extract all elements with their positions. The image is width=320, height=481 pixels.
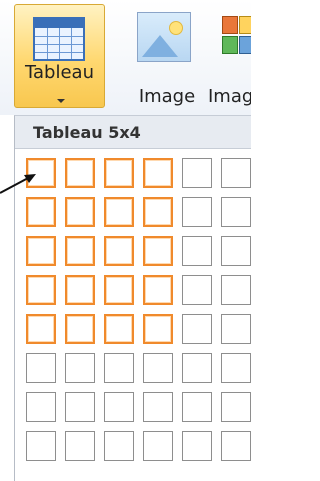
- table-grid-cell[interactable]: [26, 197, 56, 227]
- table-grid-cell[interactable]: [26, 392, 56, 422]
- table-grid-cell[interactable]: [221, 158, 251, 188]
- table-grid-cell[interactable]: [221, 353, 251, 383]
- table-grid-cell[interactable]: [221, 431, 251, 461]
- table-grid-cell[interactable]: [182, 314, 212, 344]
- table-grid-cell[interactable]: [143, 392, 173, 422]
- table-grid-cell[interactable]: [26, 314, 56, 344]
- ribbon: Tableau Image Imag clip: [0, 0, 251, 115]
- table-grid-cell[interactable]: [26, 236, 56, 266]
- pointer-arrow-icon: [0, 174, 36, 194]
- table-grid-cell[interactable]: [182, 392, 212, 422]
- table-grid-cell[interactable]: [182, 353, 212, 383]
- table-grid-cell[interactable]: [221, 236, 251, 266]
- table-grid-cell[interactable]: [104, 431, 134, 461]
- table-grid-cell[interactable]: [65, 392, 95, 422]
- table-grid-cell[interactable]: [143, 236, 173, 266]
- table-grid-cell[interactable]: [104, 353, 134, 383]
- tableau-button[interactable]: Tableau: [14, 4, 105, 108]
- table-grid-cell[interactable]: [65, 158, 95, 188]
- table-size-label: Tableau 5x4: [33, 123, 141, 142]
- image-button[interactable]: Image: [122, 4, 212, 108]
- table-grid-cell[interactable]: [104, 392, 134, 422]
- table-grid-cell[interactable]: [221, 392, 251, 422]
- clipart-icon: [222, 16, 251, 60]
- table-grid-cell[interactable]: [26, 353, 56, 383]
- chevron-down-icon: [57, 99, 65, 103]
- table-grid-cell[interactable]: [65, 431, 95, 461]
- table-grid-cell[interactable]: [143, 197, 173, 227]
- clipart-button-label-1: Imag: [208, 86, 251, 107]
- table-icon: [33, 17, 85, 61]
- picture-icon: [137, 12, 191, 62]
- clipart-button[interactable]: Imag clip: [208, 4, 251, 108]
- table-grid-cell[interactable]: [143, 353, 173, 383]
- table-grid-cell[interactable]: [65, 353, 95, 383]
- table-grid-cell[interactable]: [221, 314, 251, 344]
- table-grid-cell[interactable]: [143, 431, 173, 461]
- table-grid-cell[interactable]: [26, 431, 56, 461]
- table-grid-cell[interactable]: [182, 275, 212, 305]
- table-grid-cell[interactable]: [104, 236, 134, 266]
- table-grid-cell[interactable]: [65, 314, 95, 344]
- table-grid-cell[interactable]: [143, 275, 173, 305]
- table-grid-cell[interactable]: [65, 236, 95, 266]
- table-grid-cell[interactable]: [221, 275, 251, 305]
- table-grid-cell[interactable]: [182, 236, 212, 266]
- table-grid-cell[interactable]: [104, 275, 134, 305]
- dropdown-title-bar: Tableau 5x4: [15, 116, 251, 149]
- table-grid-cell[interactable]: [26, 275, 56, 305]
- table-grid-cell[interactable]: [221, 197, 251, 227]
- table-grid-cell[interactable]: [65, 197, 95, 227]
- table-grid-cell[interactable]: [104, 158, 134, 188]
- table-grid-cell[interactable]: [143, 158, 173, 188]
- table-grid-cell[interactable]: [65, 275, 95, 305]
- table-grid-cell[interactable]: [182, 197, 212, 227]
- table-grid-cell[interactable]: [104, 314, 134, 344]
- tableau-button-label: Tableau: [25, 62, 94, 83]
- table-grid-cell[interactable]: [182, 431, 212, 461]
- insert-table-dropdown: Tableau 5x4: [14, 115, 251, 481]
- image-button-label: Image: [138, 86, 196, 107]
- table-grid-cell[interactable]: [143, 314, 173, 344]
- table-grid-cell[interactable]: [182, 158, 212, 188]
- table-grid-cell[interactable]: [104, 197, 134, 227]
